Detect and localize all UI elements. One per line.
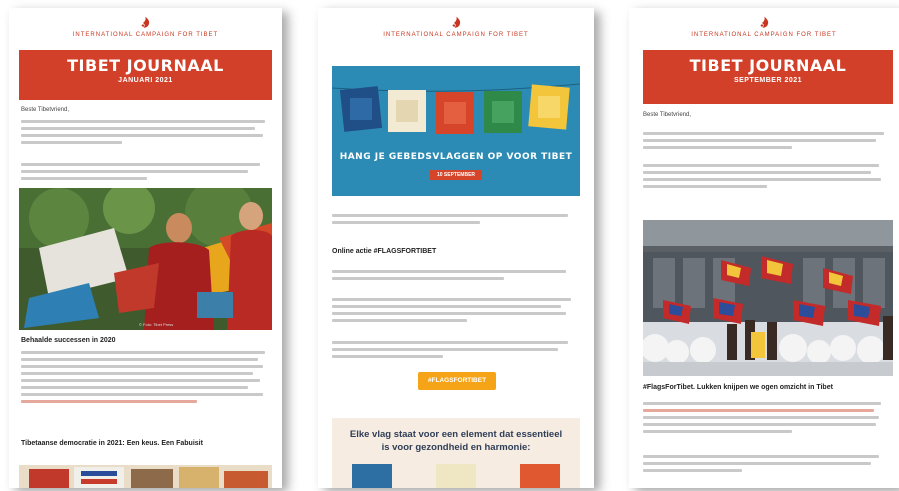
newsletter-card-september[interactable]: INTERNATIONAL CAMPAIGN FOR TIBET TIBET J… xyxy=(629,8,899,488)
prayer-flags-hero: HANG JE GEBEDSVLAGGEN OP VOOR TIBET 10 S… xyxy=(332,66,580,196)
section-heading-successes: Behaalde successen in 2020 xyxy=(21,337,116,344)
org-name: INTERNATIONAL CAMPAIGN FOR TIBET xyxy=(383,32,529,38)
flag-tile-red xyxy=(520,464,560,488)
greeting: Beste Tibetvriend, xyxy=(21,107,70,113)
action-paragraph-1 xyxy=(332,270,578,284)
intro-paragraph xyxy=(643,132,891,153)
journal-banner: TIBET JOURNAAL SEPTEMBER 2021 xyxy=(643,50,893,104)
banner-title: TIBET JOURNAAL xyxy=(67,56,224,75)
flag-tile-blue xyxy=(352,464,392,488)
paragraph-2 xyxy=(643,164,891,192)
flame-logo-icon xyxy=(452,16,460,28)
banner-subtitle: JANUARI 2021 xyxy=(118,77,173,84)
monks-flags-photo: © Foto: Tibet Press xyxy=(19,188,272,330)
successes-paragraph xyxy=(21,351,273,407)
banner-subtitle: SEPTEMBER 2021 xyxy=(733,77,803,84)
newsletter-card-january[interactable]: INTERNATIONAL CAMPAIGN FOR TIBET TIBET J… xyxy=(9,8,282,488)
org-name: INTERNATIONAL CAMPAIGN FOR TIBET xyxy=(72,32,219,38)
flagsfortibet-button[interactable]: #FLAGSFORTIBET xyxy=(418,372,496,390)
section-heading-online-action: Online actie #FLAGSFORTIBET xyxy=(332,248,437,255)
newsletter-showcase: INTERNATIONAL CAMPAIGN FOR TIBET TIBET J… xyxy=(0,0,899,491)
caption-paragraph xyxy=(643,402,891,437)
section-heading-democracy: Tibetaanse democratie in 2021: Een keus.… xyxy=(21,440,203,447)
newsletter-card-flags-action[interactable]: INTERNATIONAL CAMPAIGN FOR TIBET HANG JE… xyxy=(318,8,594,488)
callout-text: Elke vlag staat voor een element dat ess… xyxy=(349,429,563,453)
banner-title: TIBET JOURNAAL xyxy=(689,56,847,75)
greeting: Beste Tibetvriend, xyxy=(643,112,692,118)
flame-logo-icon xyxy=(141,16,150,28)
org-logo: INTERNATIONAL CAMPAIGN FOR TIBET xyxy=(629,16,899,38)
paragraph-2 xyxy=(21,163,273,184)
flag-tile-white xyxy=(436,464,476,488)
monks-with-prayer-flags-image: © Foto: Tibet Press xyxy=(19,188,272,330)
org-logo: INTERNATIONAL CAMPAIGN FOR TIBET xyxy=(9,16,282,38)
photo-caption-heading: #FlagsForTibet. Lukken knijpen we ogen o… xyxy=(643,384,833,391)
intro-paragraph xyxy=(21,120,273,148)
org-logo: INTERNATIONAL CAMPAIGN FOR TIBET xyxy=(318,16,594,38)
org-name: INTERNATIONAL CAMPAIGN FOR TIBET xyxy=(691,32,837,38)
hero-title: HANG JE GEBEDSVLAGGEN OP VOOR TIBET xyxy=(339,152,573,162)
hero-intro-paragraph xyxy=(332,214,578,228)
journal-banner: TIBET JOURNAAL JANUARI 2021 xyxy=(19,50,272,100)
flame-logo-icon xyxy=(760,16,768,28)
demonstration-photo xyxy=(643,220,893,376)
photo-credit: © Foto: Tibet Press xyxy=(139,322,173,327)
action-paragraph-2 xyxy=(332,298,578,326)
hero-date-badge: 10 SEPTEMBER xyxy=(430,170,482,180)
democracy-photo xyxy=(19,465,272,488)
flag-elements-callout: Elke vlag staat voor een element dat ess… xyxy=(332,418,580,488)
action-paragraph-3 xyxy=(332,341,578,362)
tibetan-flags-demonstration-image xyxy=(643,220,893,376)
flags-strip-image xyxy=(19,465,272,488)
paragraph-final xyxy=(643,455,891,476)
